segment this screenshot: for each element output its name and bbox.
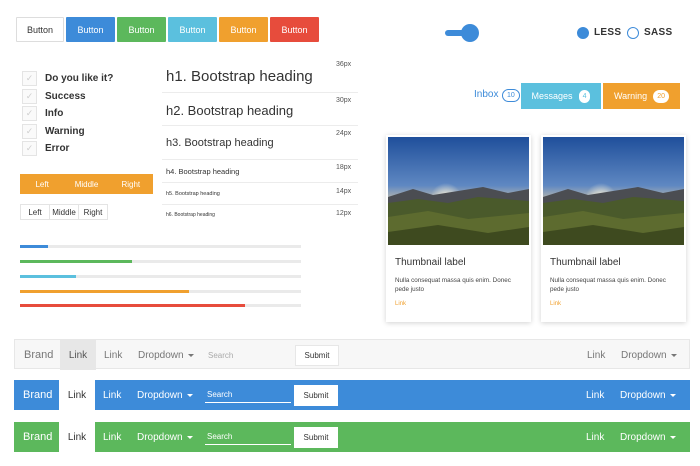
radio-sass[interactable]	[627, 27, 639, 39]
primary-button[interactable]: Button	[66, 17, 115, 42]
navbar-link-active[interactable]: Link	[59, 380, 95, 410]
navbar-primary: Brand Link Link Dropdown Search Submit L…	[14, 380, 690, 410]
thumbnail-title: Thumbnail label	[550, 257, 621, 268]
warning-button[interactable]: Button	[219, 17, 268, 42]
heading-size: 36px	[336, 61, 352, 68]
heading-size: 18px	[336, 164, 352, 171]
checkbox[interactable]: ✓	[22, 89, 37, 104]
chevron-down-icon	[670, 353, 677, 357]
progress-bar	[20, 245, 301, 248]
progress-bar	[20, 290, 301, 293]
submit-button[interactable]: Submit	[295, 345, 339, 366]
tab-messages[interactable]: Messages 4	[521, 83, 601, 109]
navbar-default: Brand Link Link Dropdown Search Submit L…	[14, 339, 690, 370]
heading-h5: h5. Bootstrap heading	[166, 191, 220, 197]
info-button[interactable]: Button	[168, 17, 217, 42]
checkbox[interactable]: ✓	[22, 71, 37, 86]
submit-button[interactable]: Submit	[294, 427, 338, 448]
warning-badge: 20	[653, 89, 669, 103]
warning-label: Warning	[614, 91, 648, 101]
thumbnail-card: Thumbnail label Nulla consequat massa qu…	[541, 135, 686, 322]
thumbnail-link[interactable]: Link	[550, 301, 561, 307]
search-input[interactable]: Search	[205, 387, 291, 403]
checkbox-label: Warning	[45, 126, 85, 137]
navbar-brand[interactable]: Brand	[23, 422, 52, 452]
chevron-down-icon	[669, 435, 676, 439]
group-left-button[interactable]: Left	[20, 174, 64, 194]
navbar-right-link[interactable]: Link	[586, 422, 604, 452]
messages-badge: 4	[578, 89, 591, 103]
radio-sass-label: SASS	[644, 27, 673, 38]
navbar-dropdown[interactable]: Dropdown	[138, 340, 194, 370]
navbar-right-link[interactable]: Link	[587, 340, 605, 370]
navbar-right-link[interactable]: Link	[586, 380, 604, 410]
navbar-link[interactable]: Link	[103, 422, 121, 452]
thumbnail-description: Nulla consequat massa quis enim. Donec p…	[550, 277, 666, 293]
heading-h3: h3. Bootstrap heading	[166, 137, 274, 149]
thumbnail-title: Thumbnail label	[395, 257, 466, 268]
thumbnail-card: Thumbnail label Nulla consequat massa qu…	[386, 135, 531, 322]
navbar-right-dropdown[interactable]: Dropdown	[620, 422, 676, 452]
search-input[interactable]: Search	[206, 347, 292, 363]
group-middle-button[interactable]: Middle	[64, 174, 108, 194]
checkbox[interactable]: ✓	[22, 106, 37, 121]
checkbox-label: Info	[45, 108, 64, 119]
navbar-right-dropdown[interactable]: Dropdown	[621, 340, 677, 370]
progress-bar	[20, 275, 301, 278]
checkbox-label: Success	[45, 91, 86, 102]
white-button-group: Left Middle Right	[20, 204, 108, 220]
progress-bar	[20, 260, 301, 263]
heading-h1: h1. Bootstrap heading	[166, 68, 313, 85]
navbar-success: Brand Link Link Dropdown Search Submit L…	[14, 422, 690, 452]
navbar-link-active[interactable]: Link	[59, 422, 95, 452]
navbar-dropdown[interactable]: Dropdown	[137, 380, 193, 410]
chevron-down-icon	[669, 393, 676, 397]
radio-less[interactable]	[577, 27, 589, 39]
inbox-label: Inbox	[474, 89, 499, 100]
heading-h6: h6. Bootstrap heading	[166, 212, 215, 218]
heading-h4: h4. Bootstrap heading	[166, 167, 240, 176]
thumbnail-image	[388, 137, 529, 245]
navbar-link-active[interactable]: Link	[60, 340, 96, 370]
radio-less-label: LESS	[594, 27, 622, 38]
thumbnail-image	[543, 137, 684, 245]
checkbox[interactable]: ✓	[22, 141, 37, 156]
group-left-button[interactable]: Left	[21, 205, 49, 219]
orange-button-group: Left Middle Right	[20, 174, 153, 194]
danger-button[interactable]: Button	[270, 17, 319, 42]
heading-size: 14px	[336, 188, 352, 195]
heading-size: 24px	[336, 130, 352, 137]
checkbox[interactable]: ✓	[22, 124, 37, 139]
navbar-link[interactable]: Link	[103, 380, 121, 410]
checkbox-label: Error	[45, 143, 70, 154]
navbar-right-dropdown[interactable]: Dropdown	[620, 380, 676, 410]
navbar-link[interactable]: Link	[104, 340, 122, 370]
submit-button[interactable]: Submit	[294, 385, 338, 406]
group-right-button[interactable]: Right	[78, 205, 107, 219]
thumbnail-link[interactable]: Link	[395, 301, 406, 307]
success-button[interactable]: Button	[117, 17, 166, 42]
default-button[interactable]: Button	[16, 17, 64, 42]
group-middle-button[interactable]: Middle	[49, 205, 78, 219]
inbox-badge: 10	[502, 89, 520, 102]
messages-label: Messages	[531, 91, 573, 101]
group-right-button[interactable]: Right	[109, 174, 153, 194]
chevron-down-icon	[186, 393, 193, 397]
navbar-dropdown[interactable]: Dropdown	[137, 422, 193, 452]
thumbnail-description: Nulla consequat massa quis enim. Donec p…	[395, 277, 511, 293]
chevron-down-icon	[187, 353, 194, 357]
search-input[interactable]: Search	[205, 429, 291, 445]
chevron-down-icon	[186, 435, 193, 439]
tab-warning[interactable]: Warning 20	[603, 83, 680, 109]
progress-bar	[20, 304, 301, 307]
toggle-knob[interactable]	[461, 24, 479, 42]
navbar-brand[interactable]: Brand	[24, 340, 53, 370]
checkbox-label: Do you like it?	[45, 73, 114, 84]
heading-h2: h2. Bootstrap heading	[166, 103, 294, 118]
navbar-brand[interactable]: Brand	[23, 380, 52, 410]
heading-size: 12px	[336, 210, 352, 217]
heading-size: 30px	[336, 97, 352, 104]
